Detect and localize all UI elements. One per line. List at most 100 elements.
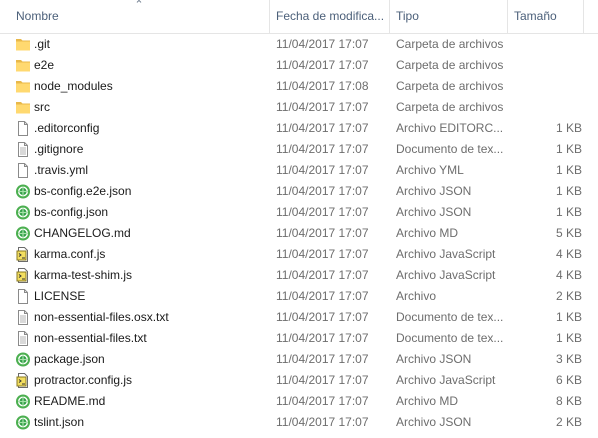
file-name: karma-test-shim.js <box>34 268 133 282</box>
file-modified-date: 11/04/2017 17:07 <box>276 373 369 387</box>
file-row[interactable]: karma.conf.js 11/04/2017 17:07 Archivo Jav… <box>0 244 598 265</box>
file-row[interactable]: .gitignore 11/04/2017 17:07 Documento de t… <box>0 139 598 160</box>
green-app-icon <box>14 351 32 368</box>
file-modified-date: 11/04/2017 17:07 <box>276 163 369 177</box>
file-type: Documento de tex... <box>396 142 504 156</box>
file-name: src <box>34 100 50 114</box>
green-app-icon <box>14 183 32 200</box>
file-size: 1 KB <box>555 310 582 324</box>
script-file-icon <box>14 372 32 389</box>
file-type: Archivo <box>396 289 437 303</box>
folder-icon <box>14 36 32 53</box>
file-size: 1 KB <box>555 331 582 345</box>
column-divider[interactable] <box>583 0 584 33</box>
file-size: 2 KB <box>555 289 582 303</box>
file-modified-date: 11/04/2017 17:07 <box>276 58 369 72</box>
file-modified-date: 11/04/2017 17:07 <box>276 352 369 366</box>
file-name: tslint.json <box>34 415 85 429</box>
file-row[interactable]: protractor.config.js 11/04/2017 17:07 Arch… <box>0 370 598 391</box>
file-type: Carpeta de archivos <box>396 79 504 93</box>
file-type: Carpeta de archivos <box>396 100 504 114</box>
file-row[interactable]: .editorconfig 11/04/2017 17:07 Archivo EDI… <box>0 118 598 139</box>
file-modified-date: 11/04/2017 17:07 <box>276 394 369 408</box>
file-type: Archivo JavaScript <box>396 268 496 282</box>
file-size: 1 KB <box>555 184 582 198</box>
file-size <box>510 76 582 97</box>
file-modified-date: 11/04/2017 17:07 <box>276 331 369 345</box>
file-modified-date: 11/04/2017 17:07 <box>276 184 369 198</box>
file-name: CHANGELOG.md <box>34 226 131 240</box>
file-modified-date: 11/04/2017 17:07 <box>276 205 369 219</box>
file-row[interactable]: bs-config.e2e.json 11/04/2017 17:07 Archiv… <box>0 181 598 202</box>
file-name: node_modules <box>34 79 113 93</box>
file-name: package.json <box>34 352 105 366</box>
file-modified-date: 11/04/2017 17:07 <box>276 247 369 261</box>
green-app-icon <box>14 204 32 221</box>
file-row[interactable]: bs-config.json 11/04/2017 17:07 Archivo JS… <box>0 202 598 223</box>
file-name: protractor.config.js <box>34 373 133 387</box>
file-name: non-essential-files.txt <box>34 331 147 345</box>
file-modified-date: 11/04/2017 17:07 <box>276 289 369 303</box>
file-row[interactable]: e2e 11/04/2017 17:07 Carpeta de archivos <box>0 55 598 76</box>
file-row[interactable]: package.json 11/04/2017 17:07 Archivo JSON… <box>0 349 598 370</box>
sort-ascending-icon: ⌃ <box>134 0 144 11</box>
file-name: LICENSE <box>34 289 86 303</box>
file-row[interactable]: non-essential-files.txt 11/04/2017 17:07 D… <box>0 328 598 349</box>
file-type: Archivo JSON <box>396 352 472 366</box>
file-row[interactable]: .git 11/04/2017 17:07 Carpeta de archivos <box>0 34 598 55</box>
file-type: Archivo JSON <box>396 184 472 198</box>
file-modified-date: 11/04/2017 17:07 <box>276 310 369 324</box>
file-row[interactable]: non-essential-files.osx.txt 11/04/2017 17… <box>0 307 598 328</box>
file-type: Archivo EDITORC... <box>396 121 504 135</box>
folder-icon <box>14 78 32 95</box>
file-name: README.md <box>34 394 106 408</box>
file-size: 2 KB <box>555 415 582 429</box>
file-type: Archivo MD <box>396 394 459 408</box>
file-name: e2e <box>34 58 55 72</box>
file-size: 1 KB <box>555 205 582 219</box>
file-row[interactable]: karma-test-shim.js 11/04/2017 17:07 Archiv… <box>0 265 598 286</box>
file-row[interactable]: LICENSE 11/04/2017 17:07 Archivo 2 KB <box>0 286 598 307</box>
text-file-icon <box>14 330 32 347</box>
file-row[interactable]: CHANGELOG.md 11/04/2017 17:07 Archivo MD 5 … <box>0 223 598 244</box>
file-size: 8 KB <box>555 394 582 408</box>
file-name: .git <box>34 37 51 51</box>
file-row[interactable]: node_modules 11/04/2017 17:08 Carpeta de a… <box>0 76 598 97</box>
file-modified-date: 11/04/2017 17:07 <box>276 142 369 156</box>
file-row[interactable]: tslint.json 11/04/2017 17:07 Archivo JSON 2… <box>0 412 598 433</box>
file-name: bs-config.e2e.json <box>34 184 132 198</box>
file-size: 5 KB <box>555 226 582 240</box>
file-type: Archivo JavaScript <box>396 247 496 261</box>
green-app-icon <box>14 225 32 242</box>
file-modified-date: 11/04/2017 17:07 <box>276 100 369 114</box>
column-header-size[interactable]: Tamaño <box>508 0 582 33</box>
file-type: Archivo JSON <box>396 415 472 429</box>
file-type: Carpeta de archivos <box>396 37 504 51</box>
file-row[interactable]: src 11/04/2017 17:07 Carpeta de archivos <box>0 97 598 118</box>
file-modified-date: 11/04/2017 17:07 <box>276 268 369 282</box>
file-modified-date: 11/04/2017 17:07 <box>276 226 369 240</box>
text-file-icon <box>14 141 32 158</box>
file-type: Documento de tex... <box>396 310 504 324</box>
column-header-type[interactable]: Tipo <box>390 0 506 33</box>
file-type: Archivo JSON <box>396 205 472 219</box>
green-app-icon <box>14 393 32 410</box>
file-row[interactable]: README.md 11/04/2017 17:07 Archivo MD 8 KB <box>0 391 598 412</box>
file-name: .gitignore <box>34 142 84 156</box>
file-modified-date: 11/04/2017 17:07 <box>276 37 369 51</box>
file-modified-date: 11/04/2017 17:07 <box>276 415 369 429</box>
file-size <box>510 97 582 118</box>
file-modified-date: 11/04/2017 17:07 <box>276 121 369 135</box>
script-file-icon <box>14 246 32 263</box>
blank-file-icon <box>14 120 32 137</box>
file-row[interactable]: .travis.yml 11/04/2017 17:07 Archivo YML 1 … <box>0 160 598 181</box>
folder-icon <box>14 57 32 74</box>
file-size: 6 KB <box>555 373 582 387</box>
file-type: Documento de tex... <box>396 331 504 345</box>
column-header-date[interactable]: Fecha de modifica... <box>270 0 388 33</box>
file-name: .editorconfig <box>34 121 100 135</box>
file-modified-date: 11/04/2017 17:08 <box>276 79 369 93</box>
file-size: 4 KB <box>555 268 582 282</box>
file-size <box>510 34 582 55</box>
file-name: karma.conf.js <box>34 247 106 261</box>
